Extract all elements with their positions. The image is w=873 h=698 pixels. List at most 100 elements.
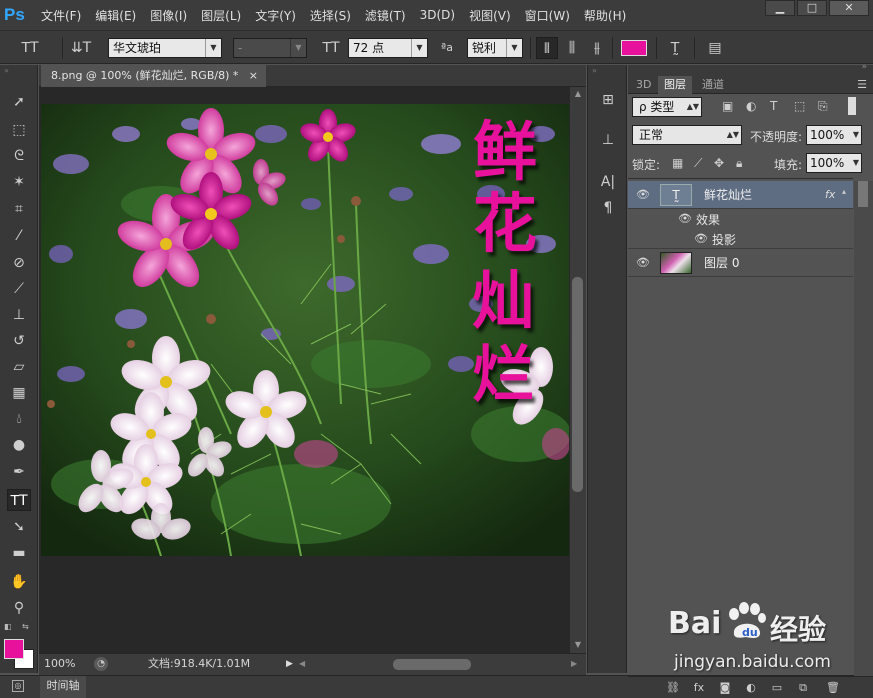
clone-stamp-tool-icon[interactable]: ⊥	[7, 304, 31, 326]
antialias-select[interactable]: 锐利 ▼	[467, 38, 523, 58]
visibility-eye-icon[interactable]: 👁︎	[636, 188, 650, 202]
move-tool-icon[interactable]: ➚	[7, 91, 31, 113]
blur-tool-icon[interactable]: 💧︎	[7, 408, 31, 430]
tab-layers[interactable]: 图层	[658, 76, 692, 94]
lasso-tool-icon[interactable]: ᘓ	[7, 145, 31, 167]
tab-3d[interactable]: 3D	[630, 76, 657, 94]
drop-shadow-eye-icon[interactable]: 👁︎	[694, 232, 708, 245]
filter-pixel-icon[interactable]: ▣	[722, 99, 733, 113]
menu-type[interactable]: 文字(Y)	[248, 7, 303, 24]
history-brush-tool-icon[interactable]: ↺	[7, 330, 31, 352]
paragraph-panel-icon[interactable]: ¶	[595, 197, 621, 219]
character-panel-icon[interactable]: ▤	[704, 37, 726, 59]
visibility-eye-icon[interactable]: 👁︎	[636, 256, 650, 270]
menu-3d[interactable]: 3D(D)	[413, 8, 462, 22]
document-tab[interactable]: 8.png @ 100% (鲜花灿烂, RGB/8) * ×	[41, 65, 266, 87]
menu-layer[interactable]: 图层(L)	[194, 7, 248, 24]
panel-menu-icon[interactable]: ☰	[857, 78, 867, 91]
document-canvas[interactable]: 鲜 花 灿 烂	[41, 104, 569, 556]
crop-tool-icon[interactable]: ⌗	[7, 198, 31, 220]
panel-grip[interactable]: »	[4, 67, 34, 75]
path-selection-tool-icon[interactable]: ➘	[7, 516, 31, 538]
menu-window[interactable]: 窗口(W)	[518, 7, 577, 24]
scroll-down-icon[interactable]: ▼	[573, 640, 583, 650]
close-tab-icon[interactable]: ×	[249, 65, 258, 87]
effects-eye-icon[interactable]: 👁︎	[678, 212, 692, 225]
timeline-tab[interactable]: 时间轴	[40, 676, 86, 698]
filter-adjustment-icon[interactable]: ◐	[746, 99, 756, 113]
scroll-left-icon[interactable]: ◀	[299, 654, 305, 674]
filter-toggle-switch[interactable]	[848, 97, 856, 115]
status-info-icon[interactable]: ◔	[94, 657, 108, 671]
menu-help[interactable]: 帮助(H)	[577, 7, 633, 24]
fx-badge[interactable]: fx	[825, 181, 835, 209]
blend-mode-select[interactable]: 正常 ▲▼	[632, 125, 742, 145]
navigator-panel-icon[interactable]: ⊞	[595, 89, 621, 111]
scroll-up-icon[interactable]: ▲	[573, 89, 583, 99]
lock-transparent-icon[interactable]: ▦	[672, 156, 683, 170]
magic-wand-tool-icon[interactable]: ✶	[7, 171, 31, 193]
foreground-color-swatch[interactable]	[4, 639, 24, 659]
filter-smart-object-icon[interactable]: ⎘	[818, 99, 828, 114]
close-button[interactable]: ✕	[829, 0, 869, 16]
filter-type-icon[interactable]: T	[770, 99, 777, 113]
dodge-tool-icon[interactable]: ●	[7, 434, 31, 456]
adjustment-layer-icon[interactable]: ◐	[742, 680, 760, 696]
menu-image[interactable]: 图像(I)	[143, 7, 194, 24]
hand-tool-icon[interactable]: ✋	[7, 571, 31, 593]
delete-layer-icon[interactable]: 🗑︎	[824, 680, 842, 696]
align-bottom-icon[interactable]: ⫵	[586, 37, 608, 59]
toggle-text-orientation-icon[interactable]: ⇊T	[70, 37, 92, 59]
text-color-swatch[interactable]	[621, 40, 647, 56]
horizontal-scroll-thumb[interactable]	[393, 659, 471, 670]
add-mask-icon[interactable]: ◙	[716, 680, 734, 696]
clone-source-panel-icon[interactable]: ⊥	[595, 129, 621, 151]
type-tool-preset-icon[interactable]: ꓔT ▾	[16, 37, 44, 78]
gradient-tool-icon[interactable]: ▦	[7, 382, 31, 404]
menu-edit[interactable]: 编辑(E)	[88, 7, 143, 24]
lock-position-icon[interactable]: ✥	[714, 156, 724, 170]
layer-name[interactable]: 鲜花灿烂	[704, 181, 752, 209]
drop-shadow-row[interactable]: 👁︎ 投影	[668, 229, 853, 249]
zoom-tool-icon[interactable]: ⚲	[7, 597, 31, 619]
link-layers-icon[interactable]: ⛓︎	[664, 680, 682, 696]
scroll-right-icon[interactable]: ▶	[571, 654, 577, 674]
new-group-icon[interactable]: ▭	[768, 680, 786, 696]
panel-grip[interactable]: »	[592, 67, 622, 75]
layer-name[interactable]: 图层 0	[704, 249, 739, 277]
lock-all-icon[interactable]: 🔒︎	[736, 156, 742, 171]
menu-file[interactable]: 文件(F)	[34, 7, 88, 24]
brush-tool-icon[interactable]: ⟋	[7, 278, 31, 300]
layer-filter-select[interactable]: ρ 类型 ▲▼	[632, 97, 702, 117]
default-colors-icon[interactable]: ◧	[4, 622, 14, 632]
layer-row-text[interactable]: 👁︎ ꓔ̰ 鲜花灿烂 fx ▴	[628, 181, 853, 209]
font-family-select[interactable]: 华文琥珀 ▼	[108, 38, 222, 58]
menu-filter[interactable]: 滤镜(T)	[358, 7, 413, 24]
swap-colors-icon[interactable]: ⇆	[22, 622, 32, 632]
filter-shape-icon[interactable]: ⬚	[794, 99, 805, 113]
layers-scroll-thumb[interactable]	[858, 181, 868, 207]
font-size-select[interactable]: 72 点 ▼	[348, 38, 428, 58]
type-tool-icon[interactable]: ꓔT	[7, 489, 31, 511]
lock-pixels-icon[interactable]: ⟋	[694, 156, 702, 171]
timeline-icon[interactable]: ◎	[12, 680, 24, 692]
vertical-text-layer[interactable]: 鲜 花 灿 烂	[459, 118, 549, 418]
menu-view[interactable]: 视图(V)	[462, 7, 518, 24]
effects-row[interactable]: 👁︎ 效果	[668, 209, 853, 229]
font-style-select[interactable]: - ▼	[233, 38, 307, 58]
character-panel-icon[interactable]: A|	[595, 171, 621, 193]
eyedropper-tool-icon[interactable]: ⁄	[7, 225, 31, 247]
new-layer-icon[interactable]: ⧉	[794, 680, 812, 696]
status-menu-arrow-icon[interactable]: ▶	[286, 654, 293, 674]
marquee-tool-icon[interactable]: ⬚	[7, 119, 31, 141]
align-top-icon[interactable]: ⫴	[536, 37, 558, 59]
vertical-scrollbar[interactable]: ▲ ▼	[570, 87, 586, 653]
layer-row-image[interactable]: 👁︎ 图层 0	[628, 249, 853, 277]
align-center-icon[interactable]: ⫼	[561, 37, 583, 59]
vertical-scroll-thumb[interactable]	[572, 277, 583, 492]
collapse-panel-icon[interactable]: »	[861, 62, 867, 72]
healing-brush-tool-icon[interactable]: ⊘	[7, 252, 31, 274]
opacity-input[interactable]: 100% ▼	[806, 125, 862, 145]
menu-select[interactable]: 选择(S)	[303, 7, 358, 24]
eraser-tool-icon[interactable]: ▱	[7, 356, 31, 378]
